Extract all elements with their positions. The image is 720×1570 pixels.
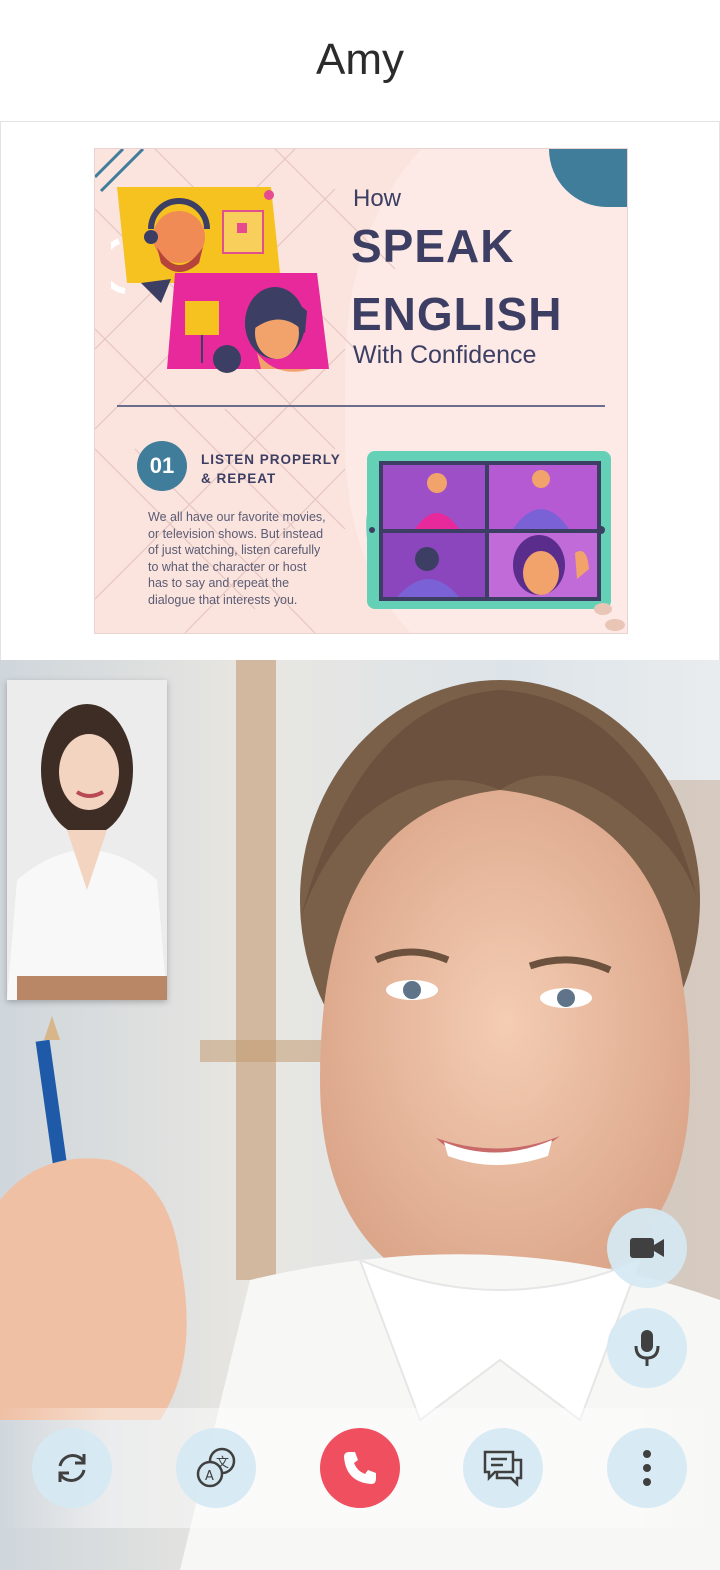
step-title-line: & REPEAT bbox=[201, 471, 277, 486]
camera-toggle-button[interactable] bbox=[607, 1208, 687, 1288]
svg-text:A: A bbox=[205, 1469, 214, 1484]
paragraph-line: to what the character or host bbox=[148, 559, 307, 574]
shared-screen-panel: How SPEAK ENGLISH With Confidence 01 LIS… bbox=[0, 121, 720, 661]
translate-icon: 文 A bbox=[196, 1447, 236, 1488]
paragraph-line: or television shows. But instead bbox=[148, 526, 324, 541]
paragraph-line: of just watching, listen carefully bbox=[148, 543, 321, 558]
chat-button[interactable] bbox=[463, 1428, 543, 1508]
switch-camera-button[interactable] bbox=[32, 1428, 112, 1508]
paragraph-line: We all have our favorite movies, bbox=[148, 510, 326, 524]
more-options-button[interactable] bbox=[607, 1428, 687, 1508]
more-vertical-icon bbox=[643, 1450, 651, 1486]
slide-title-speak: SPEAK bbox=[351, 220, 515, 272]
slide-title-confidence: With Confidence bbox=[353, 341, 537, 369]
self-view-pip[interactable] bbox=[7, 680, 167, 1000]
step-title: LISTEN PROPERLY & REPEAT bbox=[201, 450, 351, 488]
mute-button[interactable] bbox=[607, 1308, 687, 1388]
shared-slide: How SPEAK ENGLISH With Confidence 01 LIS… bbox=[94, 148, 628, 634]
slide-title-english: ENGLISH bbox=[351, 288, 563, 340]
video-camera-icon bbox=[630, 1238, 664, 1258]
step-title-line: LISTEN PROPERLY bbox=[201, 452, 341, 467]
slide-divider bbox=[117, 405, 605, 407]
phone-icon bbox=[344, 1452, 376, 1484]
chat-icon bbox=[483, 1450, 523, 1488]
end-call-button[interactable] bbox=[320, 1428, 400, 1508]
paragraph-line: dialogue that interests you. bbox=[148, 592, 298, 607]
paragraph-line: has to say and repeat the bbox=[148, 576, 290, 591]
local-participant-video bbox=[7, 680, 167, 1000]
call-header: Amy bbox=[0, 0, 720, 120]
translate-button[interactable]: 文 A bbox=[176, 1428, 256, 1508]
caller-name: Amy bbox=[316, 35, 404, 84]
step-paragraph: We all have our favorite movies, or tele… bbox=[148, 509, 348, 609]
slide-title-how: How bbox=[353, 185, 402, 212]
tablet-group-call-illustration bbox=[366, 451, 625, 631]
refresh-icon bbox=[58, 1454, 86, 1482]
microphone-icon bbox=[634, 1330, 660, 1366]
video-call-illustration bbox=[111, 187, 329, 373]
step-number-badge: 01 bbox=[137, 441, 187, 491]
